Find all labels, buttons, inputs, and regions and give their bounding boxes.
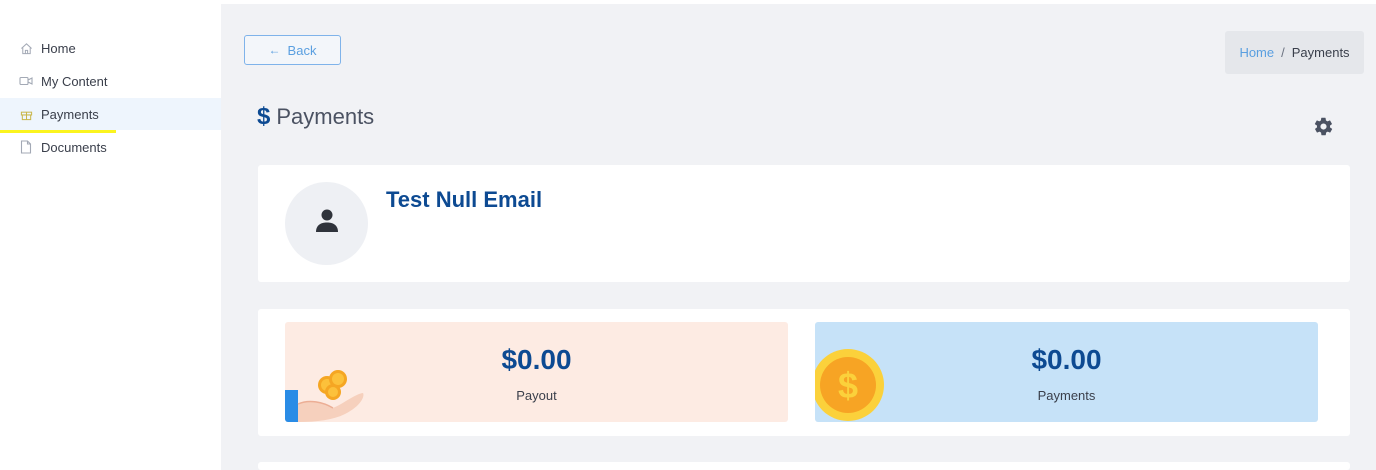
payout-label: Payout [516,388,557,403]
payments-label: Payments [1037,388,1096,403]
dollar-icon: $ [257,103,271,130]
gear-icon[interactable] [1313,116,1334,137]
gift-icon [19,107,33,121]
sidebar-item-payments[interactable]: Payments [0,98,221,130]
back-button-label: Back [287,42,317,58]
payments-amount: $0.00 [1031,344,1102,375]
back-button[interactable]: ← Back [244,35,341,65]
page-title: $ Payments [257,103,374,131]
sidebar-item-home[interactable]: Home [0,32,221,64]
breadcrumb-current: Payments [1291,45,1350,60]
document-icon [19,140,33,154]
stats-card: $0.00 Payout $ $0.00 Payments [258,309,1350,436]
arrow-left-icon: ← [268,43,281,57]
sidebar-item-my-content[interactable]: My Content [0,65,221,97]
home-icon [19,41,33,55]
payout-stat: $0.00 Payout [285,322,788,422]
sidebar-item-documents[interactable]: Documents [0,131,221,163]
video-icon [19,74,33,88]
sidebar-item-label: Documents [41,139,107,155]
avatar [285,182,368,265]
breadcrumb-home-link[interactable]: Home [1239,45,1274,60]
user-icon [315,208,339,239]
sidebar-item-label: Payments [41,106,99,122]
content-card [258,462,1350,470]
sidebar-item-label: Home [41,40,76,56]
sidebar-item-label: My Content [41,73,108,89]
payout-amount: $0.00 [501,344,572,375]
page-title-text: Payments [276,104,375,129]
user-name: Test Null Email [386,187,543,212]
sidebar: Home My Content Payments Documents [0,4,221,470]
profile-card: Test Null Email [258,165,1350,282]
payments-stat: $ $0.00 Payments [815,322,1318,422]
breadcrumb-separator: / [1281,45,1285,60]
breadcrumb: Home / Payments [1225,31,1364,74]
